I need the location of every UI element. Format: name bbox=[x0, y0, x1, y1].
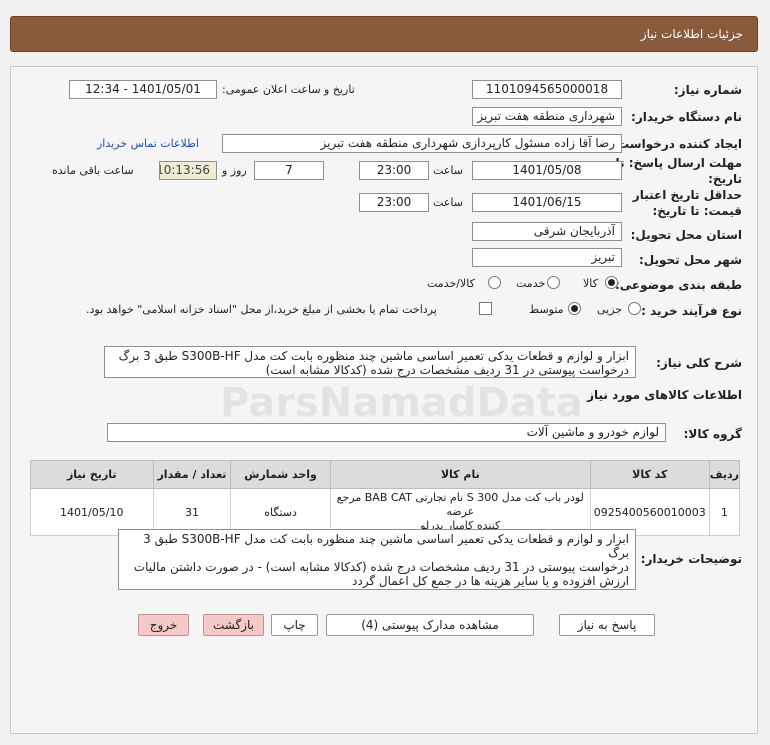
summary-label: شرح کلی نیاز: bbox=[656, 356, 742, 370]
process-minor-label: جزیی bbox=[597, 303, 623, 316]
category-label: طبقه بندی موضوعی: bbox=[614, 278, 742, 292]
need-number-field: 1101094565000018 bbox=[472, 80, 622, 99]
category-service-label: خدمت bbox=[516, 277, 546, 290]
buyer-notes-label: توضیحات خریدار: bbox=[640, 552, 742, 566]
page-title: جزئیات اطلاعات نیاز bbox=[640, 27, 743, 41]
deadline-time-field: 23:00 bbox=[359, 161, 429, 180]
announce-label: تاریخ و ساعت اعلان عمومی: bbox=[222, 83, 355, 96]
goods-group-field: لوازم خودرو و ماشین آلات bbox=[107, 423, 666, 442]
validity-label-date: قیمت: تا تاریخ: bbox=[652, 204, 742, 218]
buyer-notes-line-2: درخواست پیوستی در 31 ردیف مشخصات درج شده… bbox=[133, 560, 629, 574]
summary-field: ابزار و لوازم و قطعات یدکی تعمیر اساسی م… bbox=[104, 346, 636, 378]
buyer-org-field: شهرداری منطقه هفت تبریز bbox=[472, 107, 622, 126]
goods-table: ردیف کد کالا نام کالا واحد شمارش تعداد /… bbox=[30, 460, 741, 536]
remaining-time-field: 10:13:56 bbox=[159, 161, 217, 180]
treasury-payment-checkbox[interactable] bbox=[479, 302, 492, 315]
goods-section-title: اطلاعات کالاهای مورد نیاز bbox=[587, 388, 742, 402]
buyer-notes-field: ابزار و لوازم و قطعات یدکی تعمیر اساسی م… bbox=[118, 529, 636, 590]
category-goods-label: کالا bbox=[583, 277, 598, 290]
deadline-label-date: تاریخ: bbox=[708, 172, 742, 186]
city-field: تبریز bbox=[472, 248, 622, 267]
process-label: نوع فرآیند خرید : bbox=[641, 304, 742, 318]
buyer-org-label: نام دستگاه خریدار: bbox=[631, 110, 742, 124]
print-button[interactable]: چاپ bbox=[271, 614, 318, 636]
view-attachments-button[interactable]: مشاهده مدارک پیوستی (4) bbox=[326, 614, 534, 636]
validity-date-field: 1401/06/15 bbox=[472, 193, 622, 212]
deadline-label: مهلت ارسال پاسخ: تا bbox=[615, 156, 743, 170]
treasury-payment-note: پرداخت تمام یا بخشی از مبلغ خرید،از محل … bbox=[86, 303, 437, 316]
col-date: تاریخ نیاز bbox=[30, 460, 154, 489]
deadline-date-field: 1401/05/08 bbox=[472, 161, 622, 180]
page-header: جزئیات اطلاعات نیاز bbox=[10, 16, 758, 52]
process-radio-medium[interactable] bbox=[568, 302, 581, 318]
exit-button[interactable]: خروج bbox=[138, 614, 189, 636]
summary-line-1: ابزار و لوازم و قطعات یدکی تعمیر اساسی م… bbox=[118, 349, 629, 363]
need-number-label: شماره نیاز: bbox=[673, 83, 742, 97]
buyer-contact-link[interactable]: اطلاعات تماس خریدار bbox=[97, 137, 199, 150]
validity-label: حداقل تاریخ اعتبار bbox=[632, 188, 742, 202]
col-name: نام کالا bbox=[329, 460, 591, 489]
cell-row: 1 bbox=[708, 488, 741, 536]
days-remaining-field: 7 bbox=[254, 161, 324, 180]
city-label: شهر محل تحویل: bbox=[638, 253, 742, 267]
validity-time-field: 23:00 bbox=[359, 193, 429, 212]
deadline-time-label: ساعت bbox=[433, 164, 463, 177]
category-radio-goods-service[interactable] bbox=[488, 276, 501, 292]
col-row: ردیف bbox=[708, 460, 741, 489]
buyer-notes-line-1: ابزار و لوازم و قطعات یدکی تعمیر اساسی م… bbox=[143, 532, 629, 560]
reply-button[interactable]: پاسخ به نیاز bbox=[559, 614, 655, 636]
days-label: روز و bbox=[222, 164, 247, 177]
col-qty: تعداد / مقدار bbox=[152, 460, 232, 489]
remaining-time-label: ساعت باقی مانده bbox=[52, 164, 134, 177]
province-label: استان محل تحویل: bbox=[630, 228, 742, 242]
announce-field: 1401/05/01 - 12:34 bbox=[69, 80, 217, 99]
process-medium-label: متوسط bbox=[529, 303, 564, 316]
requester-label: ایجاد کننده درخواست: bbox=[612, 137, 742, 151]
col-unit: واحد شمارش bbox=[230, 460, 331, 489]
category-radio-service[interactable] bbox=[547, 276, 560, 292]
watermark: ParsNamadData bbox=[220, 380, 583, 426]
back-button[interactable]: بازگشت bbox=[203, 614, 264, 636]
goods-group-label: گروه کالا: bbox=[683, 427, 742, 441]
category-radio-goods[interactable] bbox=[605, 276, 618, 292]
buyer-notes-line-3: ارزش افزوده و یا سایر هزینه ها در جمع کل… bbox=[352, 574, 629, 588]
process-radio-minor[interactable] bbox=[628, 302, 641, 318]
validity-time-label: ساعت bbox=[433, 196, 463, 209]
category-goods-service-label: کالا/خدمت bbox=[427, 277, 475, 290]
summary-line-2: درخواست پیوستی در 31 ردیف مشخصات درج شده… bbox=[265, 363, 629, 377]
requester-field: رضا آقا زاده مسئول کارپردازی شهرداری منط… bbox=[222, 134, 622, 153]
cell-name-line-1: لودر باب کت مدل S 300 نام تجارتی BAB CAT… bbox=[336, 491, 584, 518]
province-field: آذربایجان شرقی bbox=[472, 222, 622, 241]
table-header-row: ردیف کد کالا نام کالا واحد شمارش تعداد /… bbox=[30, 460, 741, 489]
col-code: کد کالا bbox=[589, 460, 710, 489]
